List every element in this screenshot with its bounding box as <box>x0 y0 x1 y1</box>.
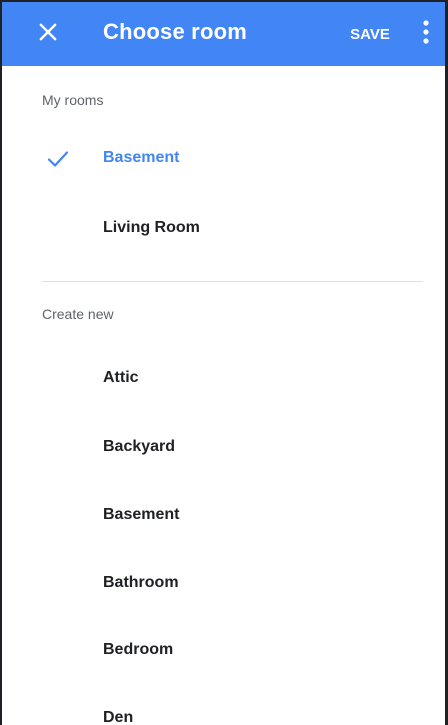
new-room-item-den[interactable]: Den <box>2 692 445 725</box>
page-title: Choose room <box>103 19 247 44</box>
room-label: Backyard <box>103 438 176 455</box>
new-room-item-attic[interactable]: Attic <box>2 352 445 404</box>
room-label: Basement <box>103 149 180 166</box>
overflow-menu-button[interactable] <box>414 14 438 54</box>
room-label: Den <box>103 709 134 725</box>
new-room-item-backyard[interactable]: Backyard <box>2 421 445 473</box>
new-room-item-bedroom[interactable]: Bedroom <box>2 624 445 676</box>
room-label: Basement <box>103 506 180 523</box>
screen: Choose room SAVE My rooms Basement Livin… <box>0 0 448 725</box>
close-icon <box>39 22 57 46</box>
close-button[interactable] <box>28 16 68 52</box>
check-icon <box>46 147 70 171</box>
new-room-item-basement[interactable]: Basement <box>2 489 445 541</box>
room-label: Living Room <box>103 219 200 236</box>
app-bar: Choose room SAVE <box>2 2 445 66</box>
save-button[interactable]: SAVE <box>342 16 398 52</box>
room-label: Bedroom <box>103 641 174 658</box>
room-item-basement-selected[interactable]: Basement <box>2 132 445 184</box>
section-divider <box>42 281 423 282</box>
room-label: Bathroom <box>103 574 179 591</box>
new-room-item-bathroom[interactable]: Bathroom <box>2 557 445 609</box>
room-label: Attic <box>103 369 139 386</box>
section-header-my-rooms: My rooms <box>42 92 104 108</box>
room-item-living-room[interactable]: Living Room <box>2 202 445 254</box>
section-header-create-new: Create new <box>42 306 114 322</box>
more-vert-icon <box>422 19 430 50</box>
